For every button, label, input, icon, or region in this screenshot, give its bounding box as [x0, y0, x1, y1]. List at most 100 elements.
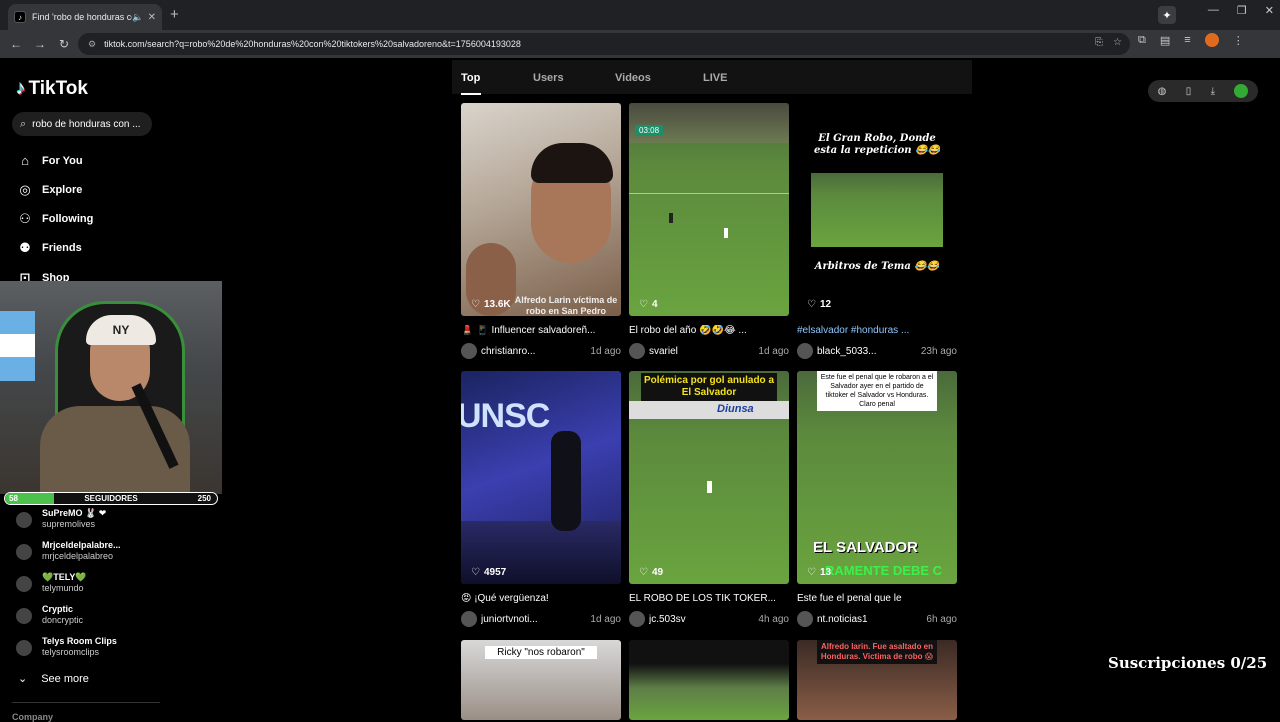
- audio-icon[interactable]: 🔈: [132, 12, 143, 23]
- see-more-button[interactable]: ⌄ See more: [18, 672, 89, 686]
- video-tools-pill: ◍ ▯ ⤓: [1148, 80, 1258, 102]
- nav-label: Following: [42, 213, 94, 225]
- close-window-icon[interactable]: ✕: [1265, 4, 1274, 17]
- new-tab-button[interactable]: +: [170, 6, 179, 23]
- streamer-webcam: NY: [0, 281, 222, 494]
- like-count: ♡ 13.6K: [471, 299, 511, 310]
- following-account[interactable]: 💚TELY💚 telymundo: [16, 572, 87, 594]
- nav-following[interactable]: ⚇ Following: [16, 211, 93, 227]
- video-thumbnail[interactable]: El Gran Robo, Donde esta la repeticion 😂…: [797, 103, 957, 316]
- minimize-icon[interactable]: —: [1208, 4, 1219, 17]
- tiktok-note-icon: ♪: [16, 78, 26, 99]
- video-author[interactable]: black_5033...: [817, 346, 921, 357]
- video-description[interactable]: 💄 📱 Influencer salvadoreñ...: [461, 325, 621, 337]
- extension-badge-icon[interactable]: [1234, 84, 1249, 98]
- company-heading[interactable]: Company: [12, 712, 53, 722]
- following-account[interactable]: Cryptic doncryptic: [16, 604, 83, 626]
- like-count-value: 4: [651, 299, 658, 310]
- video-card[interactable]: Este fue el penal que le robaron a el Sa…: [797, 371, 957, 627]
- video-time: 23h ago: [920, 345, 957, 357]
- extensions-icon[interactable]: ⧉: [1138, 34, 1146, 47]
- video-thumbnail[interactable]: Alfredo Larin víctima de robo en San Ped…: [461, 103, 621, 316]
- video-card[interactable]: UNSC ♡ 4957 😡 ¡Qué vergüenza! juniortvnot…: [461, 371, 621, 627]
- avatar[interactable]: [461, 611, 477, 627]
- nav-friends[interactable]: ⚉ Friends: [16, 240, 82, 256]
- avatar: [16, 640, 32, 656]
- account-handle: telysroomclips: [42, 647, 100, 657]
- video-card[interactable]: [629, 640, 789, 720]
- media-icon[interactable]: ▤: [1160, 34, 1170, 47]
- following-account[interactable]: Telys Room Clips telysroomclips: [16, 636, 117, 658]
- more-menu-icon[interactable]: ⋮: [1233, 34, 1244, 47]
- heart-icon: ♡: [807, 567, 816, 578]
- video-thumbnail[interactable]: Este fue el penal que le robaron a el Sa…: [797, 371, 957, 584]
- video-card[interactable]: El Gran Robo, Donde esta la repeticion 😂…: [797, 103, 957, 359]
- menu-list-icon[interactable]: ≡: [1184, 34, 1190, 46]
- video-time: 4h ago: [758, 613, 789, 625]
- video-description[interactable]: El robo del año 🤣🤣😂 ...: [629, 325, 789, 337]
- logo-text: TikTok: [28, 78, 88, 99]
- video-card[interactable]: Polémica por gol anulado a El Salvador D…: [629, 371, 789, 627]
- nav-for-you[interactable]: ⌂ For You: [16, 153, 82, 168]
- video-thumbnail[interactable]: Alfredo larin. Fue asaltado en Honduras.…: [797, 640, 957, 720]
- video-card[interactable]: Ricky "nos robaron": [461, 640, 621, 720]
- hashtag-text[interactable]: #elsalvador #honduras ...: [797, 325, 909, 336]
- video-description[interactable]: Este fue el penal que le: [797, 593, 957, 605]
- reload-icon[interactable]: ↻: [52, 37, 76, 51]
- tiktok-logo[interactable]: ♪ TikTok: [16, 78, 88, 100]
- search-input[interactable]: ⌕ robo de honduras con ...: [12, 112, 152, 136]
- video-author[interactable]: christianro...: [481, 346, 590, 357]
- sparkle-icon[interactable]: ✦: [1158, 6, 1176, 24]
- video-thumbnail[interactable]: 03:08 ♡ 4: [629, 103, 789, 316]
- close-tab-icon[interactable]: ✕: [148, 12, 156, 23]
- video-author[interactable]: nt.noticias1: [817, 614, 926, 625]
- avatar[interactable]: [797, 611, 813, 627]
- picture-in-picture-icon[interactable]: ◍: [1158, 86, 1167, 97]
- forward-icon[interactable]: →: [28, 37, 52, 51]
- video-thumbnail[interactable]: UNSC ♡ 4957: [461, 371, 621, 584]
- video-description[interactable]: #elsalvador #honduras ...: [797, 325, 957, 337]
- video-author[interactable]: juniortvnoti...: [481, 614, 590, 625]
- tab-live[interactable]: LIVE: [703, 72, 727, 84]
- nav-explore[interactable]: ◎ Explore: [16, 182, 82, 198]
- video-thumbnail[interactable]: Polémica por gol anulado a El Salvador D…: [629, 371, 789, 584]
- avatar: [16, 608, 32, 624]
- phone-icon[interactable]: ▯: [1186, 86, 1192, 97]
- following-account[interactable]: SuPreMO 🐰 ❤ supremolives: [16, 508, 106, 530]
- install-icon[interactable]: ⎘: [1095, 37, 1103, 48]
- nav-label: Friends: [42, 242, 82, 254]
- avatar[interactable]: [629, 343, 645, 359]
- video-card[interactable]: Alfredo larin. Fue asaltado en Honduras.…: [797, 640, 957, 720]
- avatar[interactable]: [629, 611, 645, 627]
- video-description[interactable]: 😡 ¡Qué vergüenza!: [461, 593, 621, 605]
- maximize-icon[interactable]: ❐: [1237, 4, 1247, 17]
- back-icon[interactable]: ←: [4, 37, 28, 51]
- bookmark-star-icon[interactable]: ☆: [1113, 37, 1122, 48]
- avatar[interactable]: [797, 343, 813, 359]
- address-bar[interactable]: ⚙ tiktok.com/search?q=robo%20de%20hondur…: [78, 33, 1130, 55]
- heart-icon: ♡: [639, 567, 648, 578]
- video-thumbnail[interactable]: Ricky "nos robaron": [461, 640, 621, 720]
- video-card[interactable]: 03:08 ♡ 4 El robo del año 🤣🤣😂 ... svariel…: [629, 103, 789, 359]
- account-handle: telymundo: [42, 583, 84, 593]
- video-description[interactable]: EL ROBO DE LOS TIK TOKER...: [629, 593, 789, 605]
- following-account[interactable]: Mrjceldelpalabre... mrjceldelpalabreo: [16, 540, 121, 562]
- avatar[interactable]: [461, 343, 477, 359]
- video-card[interactable]: Alfredo Larin víctima de robo en San Ped…: [461, 103, 621, 359]
- tab-users[interactable]: Users: [533, 72, 564, 84]
- browser-toolbar: ← → ↻ ⚙ tiktok.com/search?q=robo%20de%20…: [0, 30, 1280, 58]
- see-more-label: See more: [41, 672, 89, 685]
- profile-avatar[interactable]: [1204, 33, 1219, 47]
- tab-top[interactable]: Top: [461, 72, 480, 84]
- like-count-value: 4957: [483, 567, 507, 578]
- like-count: ♡ 49: [639, 567, 663, 578]
- followers-label: SEGUIDORES: [84, 494, 138, 503]
- download-icon[interactable]: ⤓: [1211, 86, 1215, 97]
- tab-videos[interactable]: Videos: [615, 72, 651, 84]
- video-author[interactable]: svariel: [649, 346, 758, 357]
- avatar: [16, 576, 32, 592]
- video-thumbnail[interactable]: [629, 640, 789, 720]
- browser-tab[interactable]: ♪ Find 'robo de honduras con 🔈 ✕: [8, 4, 162, 30]
- site-info-icon[interactable]: ⚙: [88, 39, 96, 50]
- video-author[interactable]: jc.503sv: [649, 614, 758, 625]
